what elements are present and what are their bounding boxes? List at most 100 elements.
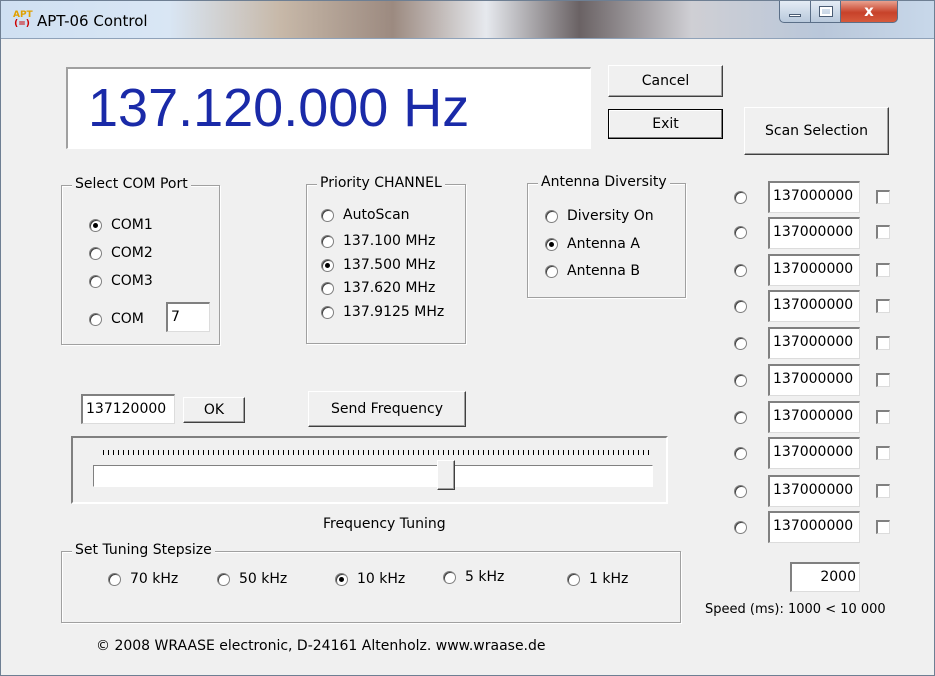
radio-1379125[interactable]: 137.9125 MHz: [321, 304, 444, 320]
radio-button[interactable]: [734, 411, 747, 424]
radio-step-70khz[interactable]: 70 kHz: [108, 571, 178, 587]
radio-button[interactable]: [89, 218, 102, 232]
radio-button[interactable]: [108, 572, 121, 586]
send-frequency-button[interactable]: Send Frequency: [308, 391, 466, 427]
radio-button[interactable]: [545, 237, 558, 251]
slider-ticks: [103, 450, 651, 455]
radio-button[interactable]: [89, 246, 102, 260]
scan-frequency-input[interactable]: 137000000: [768, 290, 860, 322]
radio-button[interactable]: [734, 337, 747, 350]
scan-frequency-input[interactable]: 137000000: [768, 511, 860, 543]
radio-button[interactable]: [89, 312, 102, 326]
scan-row-checkbox[interactable]: [876, 484, 890, 498]
radio-button[interactable]: [734, 226, 747, 239]
scan-row-checkbox[interactable]: [876, 225, 890, 239]
scan-row-checkbox[interactable]: [876, 410, 890, 424]
radio-137500[interactable]: 137.500 MHz: [321, 257, 435, 273]
scan-row-checkbox[interactable]: [876, 190, 890, 204]
scan-row-checkbox[interactable]: [876, 263, 890, 277]
radio-button[interactable]: [734, 374, 747, 387]
radio-button[interactable]: [545, 264, 558, 278]
scan-frequency-input[interactable]: 137000000: [768, 437, 860, 469]
scan-row-radio[interactable]: [734, 191, 756, 204]
frequency-tuning-slider[interactable]: [71, 436, 668, 504]
radio-label: 137.9125 MHz: [343, 304, 445, 320]
radio-button[interactable]: [321, 234, 334, 248]
radio-137620[interactable]: 137.620 MHz: [321, 280, 435, 296]
ok-button[interactable]: OK: [183, 397, 245, 423]
scan-frequency-input[interactable]: 137000000: [768, 217, 860, 249]
scan-frequency-input[interactable]: 137000000: [768, 475, 860, 507]
exit-button[interactable]: Exit: [608, 109, 723, 139]
scan-row-radio[interactable]: [734, 447, 756, 460]
radio-button[interactable]: [734, 447, 747, 460]
frequency-input[interactable]: 137120000: [81, 394, 175, 424]
scan-frequency-input[interactable]: 137000000: [768, 364, 860, 396]
frequency-display: 137.120.000 Hz: [66, 67, 591, 149]
radio-antenna-a[interactable]: Antenna A: [545, 236, 640, 252]
radio-step-10khz[interactable]: 10 kHz: [335, 571, 405, 587]
radio-button[interactable]: [734, 485, 747, 498]
radio-antenna-b[interactable]: Antenna B: [545, 263, 640, 279]
radio-button[interactable]: [734, 264, 747, 277]
radio-label: 10 kHz: [357, 571, 406, 587]
priority-channel-group-title: Priority CHANNEL: [317, 175, 445, 191]
scan-row-radio[interactable]: [734, 264, 756, 277]
maximize-button[interactable]: [810, 1, 841, 23]
radio-com2[interactable]: COM2: [89, 245, 153, 261]
radio-button[interactable]: [335, 572, 348, 586]
radio-step-50khz[interactable]: 50 kHz: [217, 571, 287, 587]
radio-autoscan[interactable]: AutoScan: [321, 207, 410, 223]
radio-button[interactable]: [734, 191, 747, 204]
radio-label: Antenna B: [567, 263, 640, 279]
scan-row-radio[interactable]: [734, 411, 756, 424]
close-button[interactable]: x: [840, 1, 898, 23]
radio-diversity-on[interactable]: Diversity On: [545, 208, 654, 224]
scan-frequency-input[interactable]: 137000000: [768, 254, 860, 286]
scan-row-radio[interactable]: [734, 337, 756, 350]
radio-button[interactable]: [567, 572, 580, 586]
radio-com3[interactable]: COM3: [89, 273, 153, 289]
radio-step-5khz[interactable]: 5 kHz: [443, 569, 504, 585]
com-number-input[interactable]: 7: [166, 302, 210, 332]
radio-button[interactable]: [89, 274, 102, 288]
scan-row-radio[interactable]: [734, 521, 756, 534]
radio-button[interactable]: [545, 209, 558, 223]
minimize-button[interactable]: [779, 1, 811, 23]
scan-row-checkbox[interactable]: [876, 446, 890, 460]
scan-row-radio[interactable]: [734, 300, 756, 313]
scan-row-radio[interactable]: [734, 485, 756, 498]
radio-button[interactable]: [734, 300, 747, 313]
scan-row-checkbox[interactable]: [876, 299, 890, 313]
title-bar[interactable]: APT (=) APT-06 Control x: [1, 1, 934, 39]
com-port-group: Select COM Port COM1 COM2 COM3 COM 7: [61, 176, 220, 345]
window-title: APT-06 Control: [37, 12, 148, 30]
radio-button[interactable]: [321, 258, 334, 272]
scan-row-checkbox[interactable]: [876, 373, 890, 387]
scan-frequency-input[interactable]: 137000000: [768, 401, 860, 433]
radio-button[interactable]: [321, 208, 334, 222]
radio-137100[interactable]: 137.100 MHz: [321, 233, 435, 249]
scan-selection-button[interactable]: Scan Selection: [744, 107, 889, 155]
scan-row-radio[interactable]: [734, 374, 756, 387]
radio-button[interactable]: [217, 572, 230, 586]
radio-step-1khz[interactable]: 1 kHz: [567, 571, 628, 587]
radio-button[interactable]: [734, 521, 747, 534]
scan-frequency-input[interactable]: 137000000: [768, 327, 860, 359]
cancel-button[interactable]: Cancel: [608, 65, 723, 97]
scan-frequency-input[interactable]: 137000000: [768, 181, 860, 213]
antenna-diversity-group-title: Antenna Diversity: [538, 174, 670, 190]
radio-button[interactable]: [443, 570, 456, 584]
radio-com1[interactable]: COM1: [89, 217, 153, 233]
scan-row-radio[interactable]: [734, 226, 756, 239]
scan-row-checkbox[interactable]: [876, 520, 890, 534]
scan-row-checkbox[interactable]: [876, 336, 890, 350]
radio-com-custom[interactable]: COM: [89, 311, 144, 327]
slider-thumb[interactable]: [436, 460, 455, 490]
speed-input[interactable]: 2000: [790, 562, 860, 592]
radio-button[interactable]: [321, 281, 334, 295]
radio-label: COM: [111, 311, 144, 327]
slider-track[interactable]: [93, 465, 653, 487]
radio-button[interactable]: [321, 305, 334, 319]
tuning-stepsize-group: Set Tuning Stepsize 70 kHz 50 kHz 10 kHz…: [61, 542, 681, 623]
